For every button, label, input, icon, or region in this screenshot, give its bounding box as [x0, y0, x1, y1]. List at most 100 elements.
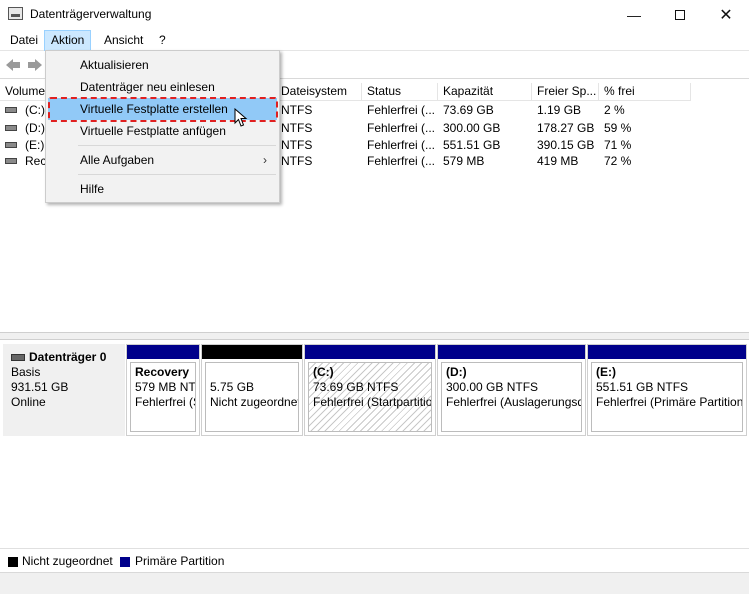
partition-body: (C:) 73.69 GB NTFS Fehlerfrei (Startpart… [308, 362, 432, 432]
menu-separator [78, 174, 276, 175]
col-header-prozent-frei[interactable]: % frei [599, 83, 691, 101]
cell-freier-speicher: 1.19 GB [537, 103, 582, 117]
cell-status: Fehlerfrei (... [367, 103, 436, 117]
back-button[interactable] [4, 57, 22, 73]
col-header-dateisystem[interactable]: Dateisystem [276, 83, 362, 101]
cell-freier-speicher: 390.15 GB [537, 138, 595, 152]
col-header-kapazitaet[interactable]: Kapazität [438, 83, 532, 101]
cell-dateisystem: NTFS [281, 121, 313, 135]
partition-status: Fehlerfrei (Primäre Partition) [596, 395, 743, 409]
menu-bar: Datei Aktion Ansicht ? [0, 30, 749, 51]
disk-info-panel[interactable]: Datenträger 0 Basis 931.51 GB Online [3, 344, 125, 436]
maximize-button[interactable] [657, 0, 703, 30]
partition-status: Fehlerfrei (Auslagerungsdatei) [446, 395, 582, 409]
menu-help[interactable]: ? [153, 30, 172, 51]
legend-label-unallocated: Nicht zugeordnet [22, 554, 113, 568]
cell-prozent-frei: 2 % [604, 103, 625, 117]
menu-item-hilfe[interactable]: Hilfe [48, 178, 277, 200]
legend-swatch-unallocated [8, 557, 18, 567]
partition-body: 5.75 GB Nicht zugeordnet [205, 362, 299, 432]
partition-status: Fehlerfrei (Startpartition) [135, 395, 195, 409]
cell-kapazitaet: 300.00 GB [443, 121, 501, 135]
cell-status: Fehlerfrei (... [367, 154, 436, 168]
cell-status: Fehlerfrei (... [367, 138, 436, 152]
forward-button[interactable] [26, 57, 44, 73]
menu-datei[interactable]: Datei [4, 30, 44, 51]
menu-ansicht[interactable]: Ansicht [98, 30, 149, 51]
disk-state: Online [11, 395, 46, 409]
partition-status: Nicht zugeordnet [210, 395, 299, 409]
legend-label-primary: Primäre Partition [135, 554, 225, 568]
menu-aktion[interactable]: Aktion [44, 30, 92, 51]
legend-swatch-primary [120, 557, 130, 567]
legend: Nicht zugeordnet Primäre Partition [0, 548, 749, 572]
partition-c[interactable]: (C:) 73.69 GB NTFS Fehlerfrei (Startpart… [304, 344, 436, 436]
partition-bar [305, 345, 435, 359]
disk-management-app-icon [8, 7, 23, 20]
cell-prozent-frei: 71 % [604, 138, 632, 152]
close-button[interactable]: ✕ [703, 0, 749, 30]
disk-size: 931.51 GB [11, 380, 69, 394]
partition-recovery[interactable]: Recovery 579 MB NTFS Fehlerfrei (Startpa… [126, 344, 200, 436]
partition-body: (E:) 551.51 GB NTFS Fehlerfrei (Primäre … [591, 362, 743, 432]
partition-status: Fehlerfrei (Startpartition) [313, 395, 432, 409]
partition-bar [127, 345, 199, 359]
cell-prozent-frei: 72 % [604, 154, 632, 168]
partition-size: 73.69 GB NTFS [313, 380, 399, 394]
partition-bar [438, 345, 585, 359]
partition-e[interactable]: (E:) 551.51 GB NTFS Fehlerfrei (Primäre … [587, 344, 747, 436]
partition-unallocated[interactable]: 5.75 GB Nicht zugeordnet [201, 344, 303, 436]
partition-bar [202, 345, 302, 359]
partition-title: (D:) [446, 365, 467, 379]
minimize-button[interactable]: — [611, 0, 657, 30]
partition-title [210, 365, 294, 380]
cell-prozent-frei: 59 % [604, 121, 632, 135]
disk-icon [11, 354, 25, 362]
partition-size: 551.51 GB NTFS [596, 380, 689, 394]
maximize-icon [675, 10, 685, 20]
menu-item-aktualisieren[interactable]: Aktualisieren [48, 54, 277, 76]
cell-kapazitaet: 579 MB [443, 154, 485, 168]
partition-size: 5.75 GB [210, 380, 255, 394]
partition-d[interactable]: (D:) 300.00 GB NTFS Fehlerfrei (Auslager… [437, 344, 586, 436]
forward-arrow-icon [28, 59, 42, 71]
menu-item-alle-aufgaben[interactable]: Alle Aufgaben › [48, 149, 277, 171]
cell-kapazitaet: 551.51 GB [443, 138, 501, 152]
disk-type: Basis [11, 365, 41, 379]
partition-bar [588, 345, 746, 359]
menu-item-datentraeger-neu-einlesen[interactable]: Datenträger neu einlesen [48, 76, 277, 98]
partition-title: (C:) [313, 365, 334, 379]
mouse-cursor-icon [234, 108, 248, 127]
back-arrow-icon [6, 59, 20, 71]
partition-size: 300.00 GB NTFS [446, 380, 539, 394]
volume-icon [5, 125, 17, 131]
volume-icon [5, 158, 17, 164]
cell-status: Fehlerfrei (... [367, 121, 436, 135]
partition-title: (E:) [596, 365, 616, 379]
cell-dateisystem: NTFS [281, 138, 313, 152]
volume-icon [5, 142, 17, 148]
disk-graphical-view: Datenträger 0 Basis 931.51 GB Online Rec… [0, 340, 749, 548]
window-title: Datenträgerverwaltung [30, 7, 152, 21]
cell-dateisystem: NTFS [281, 154, 313, 168]
partition-size: 579 MB NTFS [135, 380, 196, 394]
partition-body: (D:) 300.00 GB NTFS Fehlerfrei (Auslager… [441, 362, 582, 432]
title-bar: Datenträgerverwaltung — ✕ [0, 0, 749, 30]
cell-freier-speicher: 419 MB [537, 154, 579, 168]
menu-separator [78, 145, 276, 146]
minimize-icon: — [627, 7, 641, 23]
pane-splitter[interactable] [0, 332, 749, 340]
volume-icon [5, 107, 17, 113]
cell-kapazitaet: 73.69 GB [443, 103, 494, 117]
status-bar [0, 572, 749, 594]
disk-name: Datenträger 0 [29, 350, 107, 364]
chevron-right-icon: › [263, 153, 267, 167]
menu-item-label: Alle Aufgaben [80, 153, 155, 167]
cell-dateisystem: NTFS [281, 103, 313, 117]
col-header-status[interactable]: Status [362, 83, 438, 101]
col-header-freier-speicher[interactable]: Freier Sp... [532, 83, 599, 101]
close-icon: ✕ [719, 7, 733, 24]
partition-title: Recovery [135, 365, 190, 379]
partition-body: Recovery 579 MB NTFS Fehlerfrei (Startpa… [130, 362, 196, 432]
cell-freier-speicher: 178.27 GB [537, 121, 595, 135]
